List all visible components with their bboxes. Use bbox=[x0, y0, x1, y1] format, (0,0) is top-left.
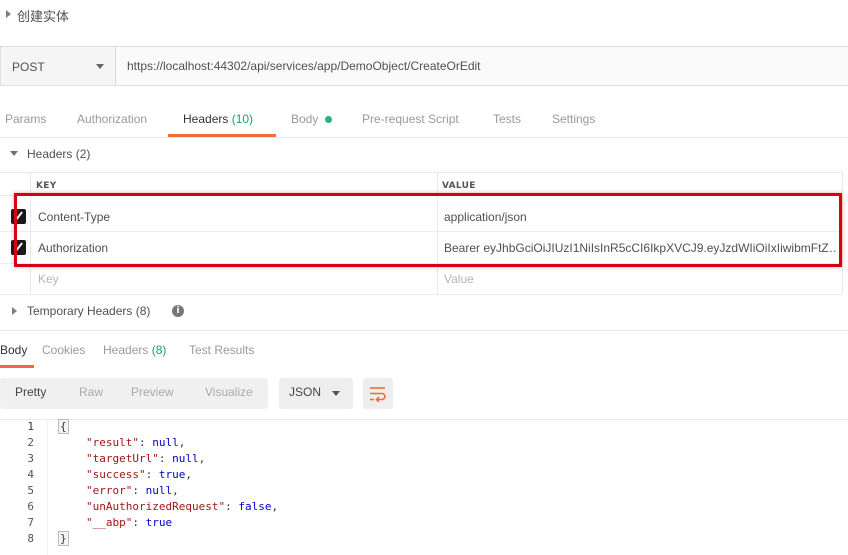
json-value: null bbox=[145, 484, 173, 497]
line-number: 7 bbox=[27, 516, 34, 529]
headers-section-title[interactable]: Headers (2) bbox=[27, 147, 90, 161]
response-tab-headers[interactable]: Headers (8) bbox=[103, 343, 166, 357]
method-label: POST bbox=[12, 60, 45, 74]
visualize-button[interactable]: Visualize bbox=[205, 385, 253, 399]
info-icon[interactable]: i bbox=[172, 305, 184, 317]
preview-button[interactable]: Preview bbox=[131, 385, 174, 399]
code-line: "targetUrl": null, bbox=[86, 452, 206, 465]
tab-headers-label: Headers bbox=[183, 112, 229, 126]
json-value: false bbox=[238, 500, 272, 513]
json-key: "targetUrl" bbox=[86, 452, 159, 465]
gutter-divider bbox=[47, 419, 48, 555]
collapse-right-icon[interactable] bbox=[12, 307, 17, 315]
response-tab-cookies[interactable]: Cookies bbox=[42, 343, 85, 357]
tab-headers-count: (10) bbox=[231, 112, 254, 126]
json-value: null bbox=[152, 436, 179, 449]
new-value-input[interactable]: Value bbox=[444, 272, 474, 286]
line-number: 4 bbox=[27, 468, 34, 481]
code-line: { bbox=[58, 419, 69, 434]
tab-settings[interactable]: Settings bbox=[552, 112, 595, 126]
line-number: 6 bbox=[27, 500, 34, 513]
tab-pre-request-script[interactable]: Pre-request Script bbox=[362, 112, 459, 126]
json-key: "success" bbox=[86, 468, 146, 481]
active-response-tab-indicator bbox=[0, 365, 34, 368]
key-column-header: KEY bbox=[36, 181, 57, 191]
raw-button[interactable]: Raw bbox=[79, 385, 103, 399]
tab-params[interactable]: Params bbox=[5, 112, 46, 126]
tab-authorization[interactable]: Authorization bbox=[77, 112, 147, 126]
request-title: 创建实体 bbox=[17, 10, 70, 25]
chevron-down-icon[interactable] bbox=[96, 64, 104, 69]
json-key: "__abp" bbox=[86, 516, 133, 529]
column-divider bbox=[842, 172, 843, 294]
chevron-down-icon[interactable] bbox=[332, 391, 340, 396]
collapse-down-icon[interactable] bbox=[10, 151, 18, 156]
wrap-lines-button[interactable] bbox=[363, 378, 393, 409]
code-line: "__abp": true bbox=[86, 516, 173, 529]
json-value: true bbox=[145, 516, 173, 529]
line-number: 8 bbox=[27, 532, 34, 545]
response-type-label: JSON bbox=[289, 385, 322, 399]
json-brace: { bbox=[58, 419, 69, 434]
code-line: "success": true, bbox=[86, 468, 192, 481]
line-number: 1 bbox=[27, 420, 34, 433]
temporary-headers-title[interactable]: Temporary Headers (8) bbox=[27, 304, 150, 318]
active-tab-indicator bbox=[168, 134, 276, 137]
pretty-button[interactable]: Pretty bbox=[15, 385, 46, 399]
json-key: "error" bbox=[86, 484, 133, 497]
annotation-highlight-box bbox=[14, 193, 842, 267]
request-title-row[interactable]: 创建实体 bbox=[0, 0, 848, 30]
json-value: null bbox=[172, 452, 199, 465]
json-key: "unAuthorizedRequest" bbox=[86, 500, 226, 513]
code-line: "unAuthorizedRequest": false, bbox=[86, 500, 279, 513]
new-key-input[interactable]: Key bbox=[38, 272, 59, 286]
tab-body[interactable]: Body bbox=[291, 112, 318, 126]
response-tab-headers-count: (8) bbox=[151, 343, 167, 357]
code-line: } bbox=[58, 531, 69, 546]
response-tab-test-results[interactable]: Test Results bbox=[189, 343, 254, 357]
json-brace: } bbox=[58, 531, 69, 546]
row-divider bbox=[0, 294, 842, 295]
response-tab-headers-label: Headers bbox=[103, 343, 149, 357]
code-line: "result": null, bbox=[86, 436, 186, 449]
response-tab-body[interactable]: Body bbox=[0, 343, 27, 357]
line-number: 3 bbox=[27, 452, 34, 465]
tab-tests[interactable]: Tests bbox=[493, 112, 521, 126]
url-input[interactable]: https://localhost:44302/api/services/app… bbox=[127, 59, 481, 73]
code-line: "error": null, bbox=[86, 484, 179, 497]
json-value: true bbox=[158, 468, 186, 481]
json-key: "result" bbox=[86, 436, 139, 449]
line-number: 2 bbox=[27, 436, 34, 449]
wrap-lines-icon bbox=[370, 387, 386, 402]
line-number: 5 bbox=[27, 484, 34, 497]
tab-headers[interactable]: Headers (10) bbox=[183, 112, 253, 126]
value-column-header: VALUE bbox=[442, 181, 476, 191]
collapse-right-icon[interactable] bbox=[6, 10, 11, 18]
body-status-dot-icon bbox=[325, 116, 332, 123]
